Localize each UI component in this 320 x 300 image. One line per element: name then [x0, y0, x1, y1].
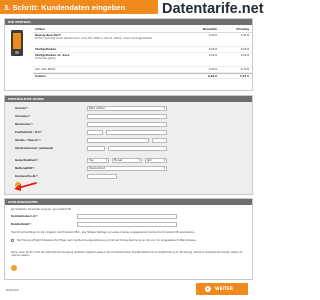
nationality-select[interactable]: Deutschland [87, 166, 167, 171]
tariff-table: Artikel Monatlich Einmalig Newsly-Spar-T… [33, 27, 252, 79]
table-row: Newsly-Spar-Tarif Einfach günstig mobil t… [33, 33, 252, 47]
row-monthly: 0,00 € [208, 48, 217, 51]
row-monthly: 0,00 € [208, 68, 217, 71]
row-article: Inkl. 19% MwSt. [35, 68, 56, 71]
table-row: Startguthaben 1L. Kurs 6 Monate gültig 0,… [33, 53, 252, 67]
consent-text-2: Der Einzug erfolgt frühestens fünf Tage … [17, 239, 197, 242]
consent-text-1: Hiermit ermächtige ich die congstar GmbH… [11, 231, 196, 234]
step-title: 3. Schritt: Kundendaten eingeben [4, 3, 126, 12]
house-number-input[interactable] [152, 138, 167, 143]
birthdate-label: Geburtsdatum*: [15, 159, 39, 162]
zip-input[interactable] [87, 130, 103, 135]
password-input[interactable] [87, 174, 117, 179]
birth-year-select[interactable]: Jahr [145, 158, 167, 163]
zip-city-label: Postleitzahl / Ort*: [15, 131, 43, 134]
account-holder-input[interactable] [77, 214, 177, 219]
row-monthly: 0,00 € [207, 75, 217, 78]
row-once: 0,00 € [240, 54, 249, 57]
column-header-once: Einmalig [236, 28, 249, 31]
row-monthly: 0,00 € [208, 34, 217, 37]
phone-product-image [11, 30, 23, 56]
next-button[interactable]: WEITER [196, 283, 248, 295]
back-link[interactable]: ZURÜCK [6, 288, 19, 292]
contract-section: IHR VERTRAG Artikel Monatlich Einmalig N… [4, 18, 253, 91]
arrow-right-icon [205, 286, 211, 292]
payment-section: ZAHLUNGSDATEN Sie bezahlen die Kosten be… [4, 198, 253, 280]
order-page: 3. Schritt: Kundendaten eingeben Datenta… [0, 0, 268, 300]
lastname-input[interactable] [87, 122, 167, 127]
row-once: 0,79 € [240, 68, 249, 71]
row-description: Einfach günstig mobil telefonieren. 9 Ct… [35, 37, 153, 41]
row-description: 6 Monate gültig [35, 57, 56, 61]
phone-label: Telefonnummer (optional) [15, 147, 54, 150]
payment-note: Wenn mein Konto nicht die erforderliche … [11, 251, 243, 258]
salutation-select[interactable]: Bitte wählen [87, 106, 167, 111]
row-monthly: 0,00 € [208, 54, 217, 57]
nationality-label: Nationalität*: [15, 167, 35, 170]
row-once: 4,95 € [239, 75, 249, 78]
firstname-input[interactable] [87, 114, 167, 119]
row-article: Summe [35, 75, 46, 78]
red-annotation-arrow-icon [14, 182, 37, 191]
column-header-monthly: Monatlich [202, 28, 217, 31]
firstname-label: Vorname*: [15, 115, 31, 118]
row-article: Startguthaben [35, 48, 57, 51]
password-label: Kennwort/e-N.*: [15, 175, 39, 178]
phone-number-input[interactable] [108, 146, 167, 151]
bank-code-input[interactable] [77, 222, 177, 227]
payment-section-title: ZAHLUNGSDATEN [5, 199, 252, 205]
bank-code-label: Bankleitzahl*: [11, 223, 32, 226]
street-input[interactable] [87, 138, 149, 143]
site-logo-watermark: Datentarife.net [158, 0, 268, 18]
personal-data-section: PERSÖNLICHE DATEN Anrede*: Bitte wählen … [4, 95, 253, 195]
phone-prefix-input[interactable] [87, 146, 105, 151]
personal-data-section-title: PERSÖNLICHE DATEN [5, 96, 252, 102]
lastname-label: Nachname*: [15, 123, 33, 126]
next-button-label: WEITER [215, 286, 233, 291]
street-label: Straße / Hausnr.*: [15, 139, 41, 142]
row-once: 4,95 € [240, 34, 249, 37]
table-row-total: Summe 0,00 € 4,95 € [33, 73, 252, 79]
salutation-label: Anrede*: [15, 107, 28, 110]
payment-intro: Sie bezahlen die Kosten bequem per Lasts… [11, 208, 72, 211]
birth-day-select[interactable]: Tag [87, 158, 109, 163]
phone-screen [13, 33, 21, 49]
column-header-article: Artikel [35, 28, 45, 31]
row-once: 0,00 € [240, 48, 249, 51]
contract-section-title: IHR VERTRAG [5, 19, 252, 25]
consent-checkbox[interactable] [11, 239, 14, 242]
phone-button [15, 51, 19, 54]
birth-month-select[interactable]: Monat [112, 158, 142, 163]
account-holder-label: Kontoinhaber/-in*: [11, 215, 38, 218]
help-dot-icon[interactable] [11, 265, 17, 271]
city-input[interactable] [106, 130, 167, 135]
